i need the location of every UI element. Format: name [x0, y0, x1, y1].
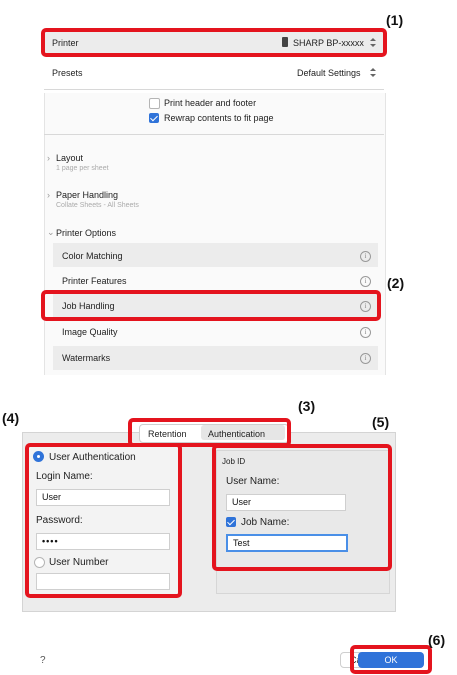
- paper-handling-summary: Collate Sheets - All Sheets: [56, 202, 139, 209]
- print-header-checkbox[interactable]: [149, 98, 160, 109]
- callout-box-printer: [41, 28, 387, 57]
- callout-label-2: (2): [387, 275, 405, 291]
- divider: [44, 89, 384, 90]
- presets-label: Presets: [52, 68, 83, 78]
- option-label: Image Quality: [62, 327, 118, 337]
- help-button[interactable]: ?: [40, 655, 46, 666]
- option-label: Color Matching: [62, 251, 123, 261]
- chevron-right-icon[interactable]: ›: [47, 190, 50, 200]
- callout-label-1: (1): [386, 12, 404, 28]
- callout-label-3: (3): [298, 398, 316, 414]
- option-label: Watermarks: [62, 353, 111, 363]
- callout-label-6: (6): [428, 632, 446, 648]
- paper-handling-label[interactable]: Paper Handling: [56, 190, 118, 200]
- chevron-down-icon[interactable]: ⌄: [47, 227, 55, 238]
- rewrap-label: Rewrap contents to fit page: [164, 113, 274, 123]
- layout-summary: 1 page per sheet: [56, 165, 109, 172]
- callout-label-4: (4): [2, 410, 20, 426]
- callout-box-job-id: [212, 444, 392, 571]
- presets-stepper-icon: [370, 67, 376, 78]
- callout-label-5: (5): [372, 414, 390, 430]
- callout-box-job-handling: [41, 290, 381, 321]
- chevron-right-icon[interactable]: ›: [47, 153, 50, 163]
- layout-label[interactable]: Layout: [56, 153, 83, 163]
- rewrap-checkbox[interactable]: [149, 113, 159, 123]
- printer-options-label[interactable]: Printer Options: [56, 228, 116, 238]
- presets-select[interactable]: Default Settings: [297, 68, 361, 78]
- info-icon[interactable]: i: [360, 353, 371, 364]
- info-icon[interactable]: i: [360, 276, 371, 287]
- info-icon[interactable]: i: [360, 251, 371, 262]
- option-label: Printer Features: [62, 276, 127, 286]
- info-icon[interactable]: i: [360, 327, 371, 338]
- callout-box-ok: [350, 645, 432, 674]
- divider: [44, 134, 384, 135]
- callout-box-authentication: [25, 443, 182, 598]
- print-header-label: Print header and footer: [164, 98, 257, 108]
